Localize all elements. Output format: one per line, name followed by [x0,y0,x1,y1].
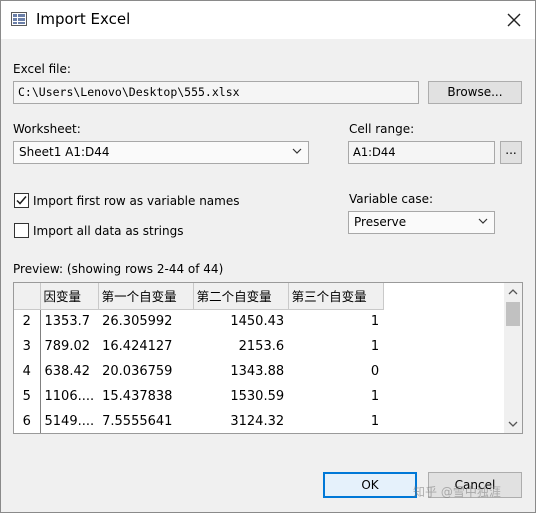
chevron-down-icon [478,218,488,224]
row-number: 6 [14,409,41,433]
close-icon [507,13,521,27]
import-first-row-checkbox[interactable] [14,193,29,208]
table-cell: 1 [370,414,380,429]
column-header[interactable]: 第三个自变量 [288,283,384,310]
table-cell: 1 [370,389,380,404]
variable-case-selected: Preserve [354,215,407,229]
table-cell: 20.036759 [102,364,173,379]
import-as-strings-checkbox[interactable] [14,223,29,238]
vertical-scrollbar[interactable] [504,283,522,433]
row-number: 3 [14,334,41,359]
table-row: 5 1106.... 15.437838 1530.59 1 [14,384,383,409]
table-row: 3 789.02 16.424127 2153.6 1 [14,334,383,359]
worksheet-select[interactable]: Sheet1 A1:D44 [13,141,309,164]
table-cell: 1343.88 [230,364,285,379]
watermark: 知乎 @雪中独涯 [413,485,501,499]
table-row: 2 1353.7 26.305992 1450.43 1 [14,309,383,334]
table-row: 6 5149.... 7.5555641 3124.32 1 [14,409,383,433]
ok-button[interactable]: OK [323,472,417,498]
scroll-down-icon[interactable] [504,415,522,433]
row-number: 5 [14,384,41,409]
browse-button[interactable]: Browse... [428,81,522,104]
table-cell: 1353.7 [44,314,91,330]
preview-table: 因变量 第一个自变量 第二个自变量 第三个自变量 2 1353.7 26.305… [14,283,384,433]
scrollbar-thumb[interactable] [506,302,520,326]
worksheet-label: Worksheet: [13,122,81,136]
table-cell: 789.02 [44,339,91,354]
table-cell: 1450.43 [230,314,285,330]
preview-label: Preview: (showing rows 2-44 of 44) [13,262,224,276]
row-number: 4 [14,359,41,384]
variable-case-select[interactable]: Preserve [348,211,495,234]
column-header[interactable]: 第二个自变量 [193,283,289,310]
import-as-strings-label: Import all data as strings [33,224,184,238]
table-cell: 1 [370,339,380,354]
column-header[interactable]: 因变量 [40,283,99,310]
scroll-up-icon[interactable] [504,283,522,301]
excel-file-label: Excel file: [13,62,71,76]
table-cell: 16.424127 [102,339,173,354]
table-cell: 5149.... [44,414,95,429]
table-cell: 1530.59 [230,389,285,404]
table-cell: 2153.6 [238,339,285,354]
checkmark-icon [16,196,27,205]
excel-file-input[interactable]: C:\Users\Lenovo\Desktop\555.xlsx [13,81,419,104]
row-number-header [14,283,41,310]
table-cell: 15.437838 [102,389,173,404]
column-header[interactable]: 第一个自变量 [98,283,194,310]
spreadsheet-icon [11,12,27,26]
cell-range-label: Cell range: [349,122,415,136]
import-first-row-label: Import first row as variable names [33,194,240,208]
table-cell: 26.305992 [102,314,173,330]
chevron-down-icon [292,148,302,154]
table-row: 4 638.42 20.036759 1343.88 0 [14,359,383,384]
table-cell: 1 [370,314,380,330]
row-number: 2 [14,309,41,334]
title-bar: Import Excel [1,1,535,39]
table-cell: 638.42 [44,364,91,379]
table-cell: 1106.... [44,389,95,404]
worksheet-selected: Sheet1 A1:D44 [19,145,110,159]
variable-case-label: Variable case: [349,192,434,206]
cell-range-button[interactable]: ... [500,141,522,164]
preview-grid[interactable]: 因变量 第一个自变量 第二个自变量 第三个自变量 2 1353.7 26.305… [13,282,523,434]
header-row: 因变量 第一个自变量 第二个自变量 第三个自变量 [14,283,384,310]
dialog-title: Import Excel [36,10,131,28]
import-excel-dialog: Import Excel Excel file: C:\Users\Lenovo… [0,0,536,513]
cell-range-input[interactable]: A1:D44 [348,141,495,164]
table-cell: 0 [370,364,380,379]
table-cell: 3124.32 [230,414,285,429]
table-cell: 7.5555641 [102,414,173,429]
close-button[interactable] [499,5,529,35]
